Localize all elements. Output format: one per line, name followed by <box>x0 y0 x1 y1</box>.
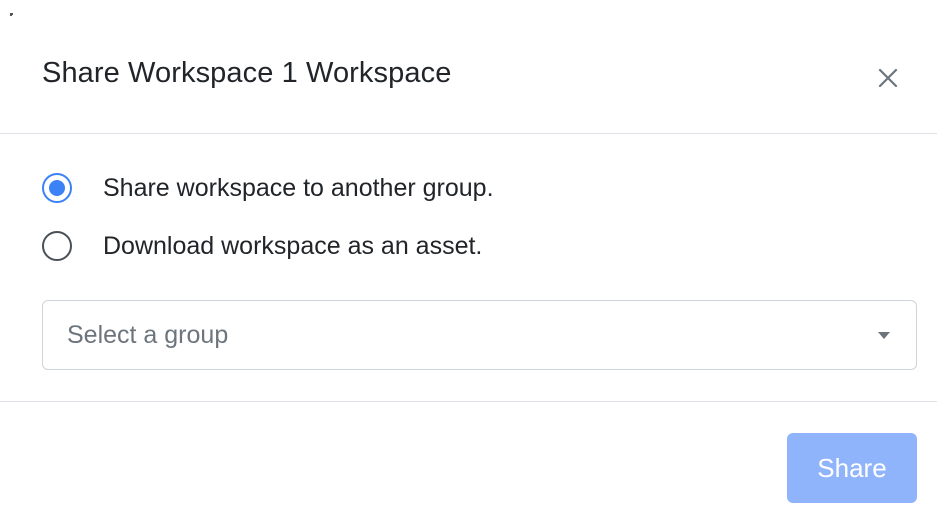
modal-title: Share Workspace 1 Workspace <box>42 57 452 89</box>
group-select-placeholder: Select a group <box>67 321 229 349</box>
share-to-group-option[interactable]: Share workspace to another group. <box>42 173 494 203</box>
modal-header: Share Workspace 1 Workspace <box>0 0 937 134</box>
modal-footer: Share <box>0 401 937 526</box>
caret-down-icon <box>878 332 890 339</box>
share-to-group-label: Share workspace to another group. <box>103 173 494 202</box>
modal-body: Share workspace to another group. Downlo… <box>0 135 937 401</box>
share-to-group-radio[interactable] <box>42 173 72 203</box>
share-workspace-modal: Share Workspace 1 Workspace Share worksp… <box>0 0 937 526</box>
group-select[interactable]: Select a group <box>42 300 917 370</box>
close-icon <box>878 68 898 88</box>
share-button[interactable]: Share <box>787 433 917 503</box>
close-button[interactable] <box>872 62 904 94</box>
download-asset-label: Download workspace as an asset. <box>103 231 483 260</box>
download-asset-radio[interactable] <box>42 231 72 261</box>
download-asset-option[interactable]: Download workspace as an asset. <box>42 231 482 261</box>
